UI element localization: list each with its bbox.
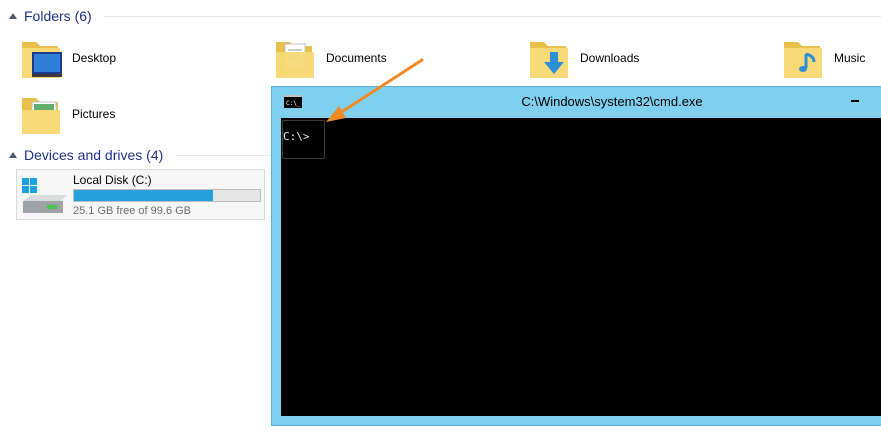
cmd-console[interactable]: C:\>	[281, 118, 881, 416]
folders-section-header[interactable]: Folders (6)	[8, 6, 92, 26]
minimize-button[interactable]	[848, 91, 864, 105]
folder-desktop-icon	[22, 42, 62, 78]
folder-label: Documents	[326, 51, 387, 65]
drives-header-label: Devices and drives (4)	[24, 147, 164, 163]
folder-pictures-icon	[22, 98, 60, 134]
folder-documents-icon	[276, 42, 314, 78]
drive-usage-fill	[74, 190, 214, 201]
folder-downloads-icon	[530, 42, 568, 78]
folder-documents[interactable]: Documents	[272, 32, 387, 84]
cmd-icon[interactable]: C:\_	[284, 95, 302, 108]
cmd-title: C:\Windows\system32\cmd.exe	[521, 94, 703, 109]
cmd-titlebar[interactable]: C:\_ C:\Windows\system32\cmd.exe	[272, 87, 881, 117]
minimize-icon	[851, 100, 859, 102]
folder-label: Music	[834, 51, 866, 65]
folder-pictures[interactable]: Pictures	[18, 88, 115, 140]
svg-text:C:\_: C:\_	[286, 100, 301, 107]
drive-usage-bar	[73, 189, 261, 202]
drives-section-header[interactable]: Devices and drives (4)	[8, 145, 163, 165]
folders-divider	[104, 16, 881, 17]
hard-drive-icon	[22, 178, 67, 213]
folder-label: Pictures	[72, 107, 116, 121]
folder-downloads[interactable]: Downloads	[526, 32, 639, 84]
folder-music[interactable]: Music	[780, 32, 865, 84]
explorer-view: Folders (6) Desktop Documents Downloads …	[0, 0, 881, 438]
collapse-triangle-icon	[9, 13, 17, 19]
drive-name: Local Disk (C:)	[73, 173, 152, 187]
cmd-window[interactable]: C:\_ C:\Windows\system32\cmd.exe C:\>	[271, 86, 881, 426]
cmd-prompt: C:\>	[283, 130, 310, 143]
drives-divider	[176, 155, 276, 156]
folder-label: Downloads	[580, 51, 640, 65]
drive-local-disk-c[interactable]: Local Disk (C:) 25.1 GB free of 99.6 GB	[16, 169, 265, 220]
collapse-triangle-icon	[9, 152, 17, 158]
folder-music-icon	[784, 42, 822, 78]
folders-header-label: Folders (6)	[24, 8, 92, 24]
folder-label: Desktop	[72, 51, 117, 65]
drive-free-space: 25.1 GB free of 99.6 GB	[73, 205, 192, 217]
folder-desktop[interactable]: Desktop	[18, 32, 116, 84]
